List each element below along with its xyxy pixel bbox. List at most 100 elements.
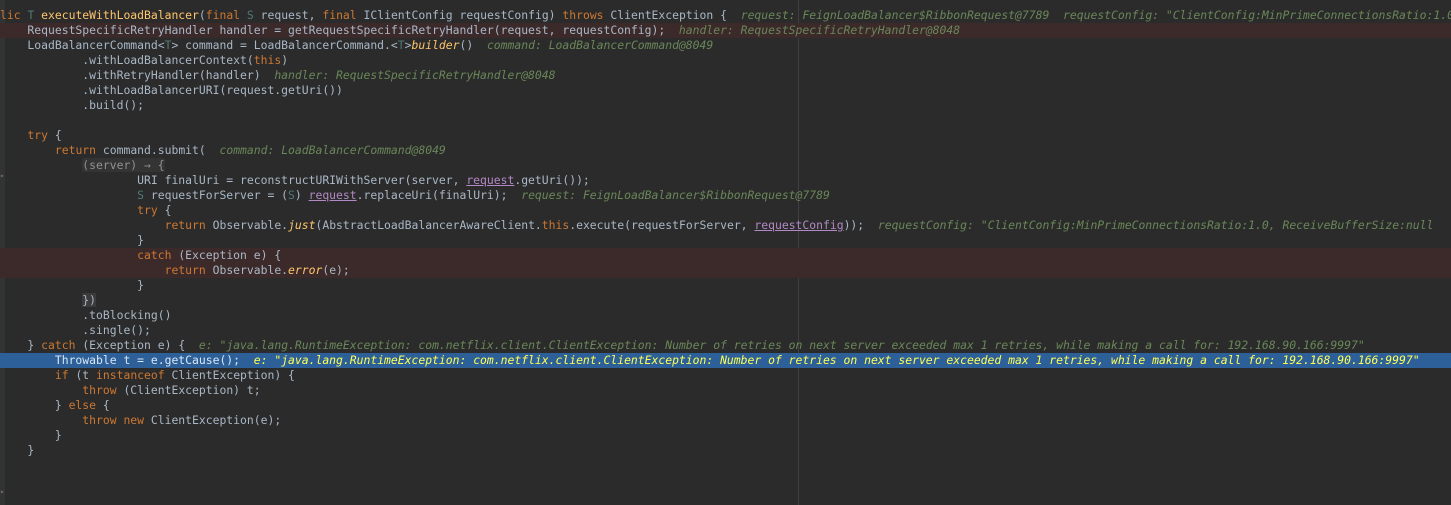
code-token: else [68, 398, 103, 412]
code-token: (server) → { [82, 158, 165, 172]
code-token: > command = LoadBalancerCommand.< [171, 38, 398, 52]
inline-debug-value: command: LoadBalancerCommand@8049 [486, 38, 714, 52]
code-token: final [322, 8, 364, 22]
code-token: RequestSpecificRetryHandler handler = ge… [0, 23, 679, 37]
code-line[interactable]: } catch (Exception e) { e: "java.lang.Ru… [0, 338, 1451, 353]
code-line[interactable]: return Observable.just(AbstractLoadBalan… [0, 218, 1451, 233]
code-editor[interactable]: ▸ ▸ lic T executeWithLoadBalancer(final … [0, 0, 1451, 505]
code-token: T [27, 8, 42, 22]
code-line[interactable]: return Observable.error(e); [0, 263, 1451, 278]
code-line[interactable]: .single(); [0, 323, 1451, 338]
code-token: (ClientException) t; [123, 383, 261, 397]
code-token: lic [0, 8, 28, 22]
code-token: Observable. [212, 263, 289, 277]
code-line[interactable] [0, 113, 1451, 128]
code-token: }) [82, 293, 97, 307]
code-token: requestConfig [754, 218, 844, 232]
code-token: catch [41, 338, 83, 352]
code-token: final [205, 8, 247, 22]
code-token: just [288, 218, 316, 232]
code-token: .getUri()); [514, 173, 590, 187]
code-token: ClientException) { [171, 368, 295, 382]
code-token: )); [843, 218, 878, 232]
code-line[interactable]: } [0, 278, 1451, 293]
code-line[interactable]: } [0, 428, 1451, 443]
inline-debug-value: handler: RequestSpecificRetryHandler@804… [274, 68, 556, 82]
code-token: request [466, 173, 515, 187]
code-token: T [397, 38, 405, 52]
code-line[interactable]: return command.submit( command: LoadBala… [0, 143, 1451, 158]
code-line[interactable]: } [0, 443, 1451, 458]
code-token: URI finalUri = reconstructURIWithServer(… [0, 173, 467, 187]
code-token: } [0, 443, 35, 457]
code-line[interactable]: lic T executeWithLoadBalancer(final S re… [0, 8, 1451, 23]
code-line[interactable]: .withLoadBalancerContext(this) [0, 53, 1451, 68]
code-token: ClientException { [610, 8, 741, 22]
code-token: LoadBalancerCommand< [0, 38, 165, 52]
code-token: return [164, 263, 213, 277]
code-token: ClientException(e); [150, 413, 282, 427]
code-token: request [308, 188, 357, 202]
code-token: ( [198, 8, 206, 22]
code-line[interactable]: (server) → { [0, 158, 1451, 173]
code-line[interactable]: Throwable t = e.getCause(); e: "java.lan… [0, 353, 1451, 368]
inline-debug-value: request: FeignLoadBalancer$RibbonRequest… [740, 8, 1451, 22]
code-token: S [246, 8, 261, 22]
code-line[interactable]: } [0, 233, 1451, 248]
code-line[interactable]: S requestForServer = (S) request.replace… [0, 188, 1451, 203]
code-token: ) [294, 188, 309, 202]
code-line[interactable]: .build(); [0, 98, 1451, 113]
code-token: this [541, 218, 570, 232]
code-token: .execute(requestForServer, [569, 218, 755, 232]
code-token: (AbstractLoadBalancerAwareClient. [315, 218, 542, 232]
code-line[interactable]: URI finalUri = reconstructURIWithServer(… [0, 173, 1451, 188]
code-token: Observable. [212, 218, 289, 232]
code-token: (t [75, 368, 97, 382]
code-token: .withLoadBalancerURI(request.getUri()) [0, 83, 343, 97]
code-line[interactable]: LoadBalancerCommand< T> command = LoadBal… [0, 38, 1451, 53]
code-token: { [164, 203, 172, 217]
code-token: .withRetryHandler(handler) [0, 68, 275, 82]
code-token: IClientConfig requestConfig) [363, 8, 563, 22]
code-token: request, [260, 8, 323, 22]
inline-debug-value: e: "java.lang.RuntimeException: com.netf… [253, 353, 1420, 367]
code-line[interactable]: catch (Exception e) { [0, 248, 1451, 263]
code-line[interactable]: }) [0, 293, 1451, 308]
code-line[interactable]: if (t instanceof ClientException) { [0, 368, 1451, 383]
code-token: } [0, 338, 42, 352]
code-token: } [0, 233, 145, 247]
code-token: ) [281, 53, 289, 67]
code-token: () [459, 38, 487, 52]
code-token: executeWithLoadBalancer [41, 8, 199, 22]
code-line[interactable]: .toBlocking() [0, 308, 1451, 323]
code-line[interactable]: try { [0, 203, 1451, 218]
code-token: } [0, 278, 145, 292]
code-token: instanceof [96, 368, 172, 382]
code-line[interactable]: try { [0, 128, 1451, 143]
code-line[interactable]: .withLoadBalancerURI(request.getUri()) [0, 83, 1451, 98]
code-token: try [0, 128, 55, 142]
fold-marker-icon[interactable]: ▸ [0, 488, 5, 496]
code-token: command.submit( [102, 143, 220, 157]
code-token: throw [82, 383, 124, 397]
code-token: .build(); [0, 98, 145, 112]
code-line[interactable]: } else { [0, 398, 1451, 413]
code-token: return [54, 143, 103, 157]
code-token: (Exception e) { [178, 248, 282, 262]
code-line[interactable]: throw new ClientException(e); [0, 413, 1451, 428]
code-line[interactable]: RequestSpecificRetryHandler handler = ge… [0, 23, 1451, 38]
code-line[interactable]: .withRetryHandler(handler) handler: Requ… [0, 68, 1451, 83]
code-token: .toBlocking() [0, 308, 172, 322]
code-token: builder [411, 38, 460, 52]
code-token: { [102, 398, 110, 412]
code-line[interactable]: throw (ClientException) t; [0, 383, 1451, 398]
code-token: S [137, 188, 151, 202]
